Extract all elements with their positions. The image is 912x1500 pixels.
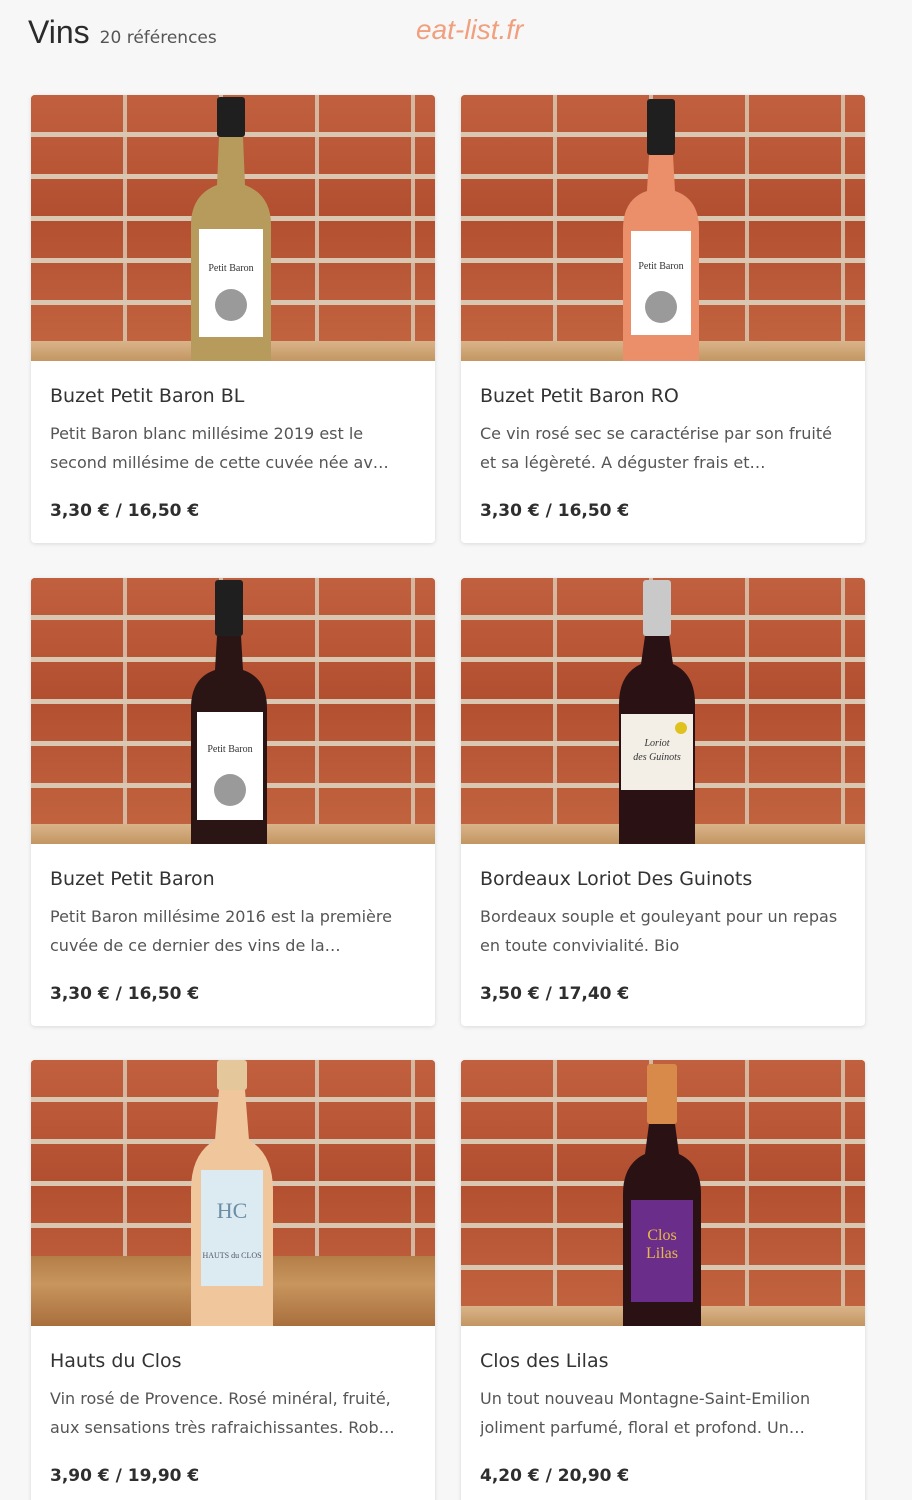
svg-text:Petit Baron: Petit Baron <box>207 744 252 755</box>
product-photo: Petit Baron <box>461 95 865 361</box>
svg-text:Petit Baron: Petit Baron <box>638 261 683 272</box>
wine-bottle-image: Petit Baron <box>191 580 267 844</box>
product-price: 3,30 € / 16,50 € <box>50 501 200 521</box>
reference-count: 20 références <box>99 28 217 48</box>
page-header: Vins 20 références <box>28 14 217 58</box>
wine-bottle-image: Petit Baron <box>191 97 271 361</box>
product-card[interactable]: Clos Lilas Clos des Lilas Un tout nouvea… <box>461 1060 865 1500</box>
svg-text:HC: HC <box>217 1198 248 1223</box>
wine-bottle-image: Petit Baron <box>623 99 699 361</box>
product-description: Petit Baron blanc millésime 2019 est le … <box>50 424 389 472</box>
svg-text:HAUTS du CLOS: HAUTS du CLOS <box>202 1251 261 1260</box>
product-name: Clos des Lilas <box>480 1350 609 1372</box>
product-name: Buzet Petit Baron BL <box>50 385 245 407</box>
svg-text:des Guinots: des Guinots <box>633 752 681 763</box>
product-description: Ce vin rosé sec se caractérise par son f… <box>480 424 832 472</box>
product-description: Un tout nouveau Montagne-Saint-Emilion j… <box>480 1389 811 1437</box>
product-photo: Clos Lilas <box>461 1060 865 1326</box>
product-name: Bordeaux Loriot Des Guinots <box>480 868 753 890</box>
product-name: Hauts du Clos <box>50 1350 182 1372</box>
product-description: Bordeaux souple et gouleyant pour un rep… <box>480 907 838 955</box>
product-name: Buzet Petit Baron RO <box>480 385 679 407</box>
product-card[interactable]: Loriot des Guinots Bordeaux Loriot Des G… <box>461 578 865 1026</box>
svg-text:Loriot: Loriot <box>643 738 669 749</box>
wine-bottle-image: Clos Lilas <box>623 1064 701 1326</box>
product-price: 3,30 € / 16,50 € <box>480 501 630 521</box>
svg-text:Lilas: Lilas <box>646 1245 678 1262</box>
product-photo: Petit Baron <box>31 578 435 844</box>
product-photo: Loriot des Guinots <box>461 578 865 844</box>
product-card[interactable]: Petit Baron Buzet Petit Baron BL Petit B… <box>31 95 435 543</box>
product-price: 4,20 € / 20,90 € <box>480 1466 630 1486</box>
product-card[interactable]: HC HAUTS du CLOS Hauts du Clos Vin rosé … <box>31 1060 435 1500</box>
product-price: 3,90 € / 19,90 € <box>50 1466 200 1486</box>
wine-bottle-image: Loriot des Guinots <box>619 580 695 844</box>
product-photo: Petit Baron <box>31 95 435 361</box>
product-price: 3,50 € / 17,40 € <box>480 984 630 1004</box>
product-card[interactable]: Petit Baron Buzet Petit Baron RO Ce vin … <box>461 95 865 543</box>
page-title: Vins <box>28 14 90 50</box>
wine-bottle-image: HC HAUTS du CLOS <box>191 1060 273 1326</box>
product-price: 3,30 € / 16,50 € <box>50 984 200 1004</box>
svg-text:Petit Baron: Petit Baron <box>208 263 253 274</box>
svg-text:Clos: Clos <box>647 1227 676 1244</box>
product-description: Petit Baron millésime 2016 est la premiè… <box>50 907 392 955</box>
watermark: eat-list.fr <box>416 14 524 45</box>
product-photo: HC HAUTS du CLOS <box>31 1060 435 1326</box>
product-name: Buzet Petit Baron <box>50 868 215 890</box>
product-card[interactable]: Petit Baron Buzet Petit Baron Petit Baro… <box>31 578 435 1026</box>
product-description: Vin rosé de Provence. Rosé minéral, frui… <box>50 1389 395 1437</box>
